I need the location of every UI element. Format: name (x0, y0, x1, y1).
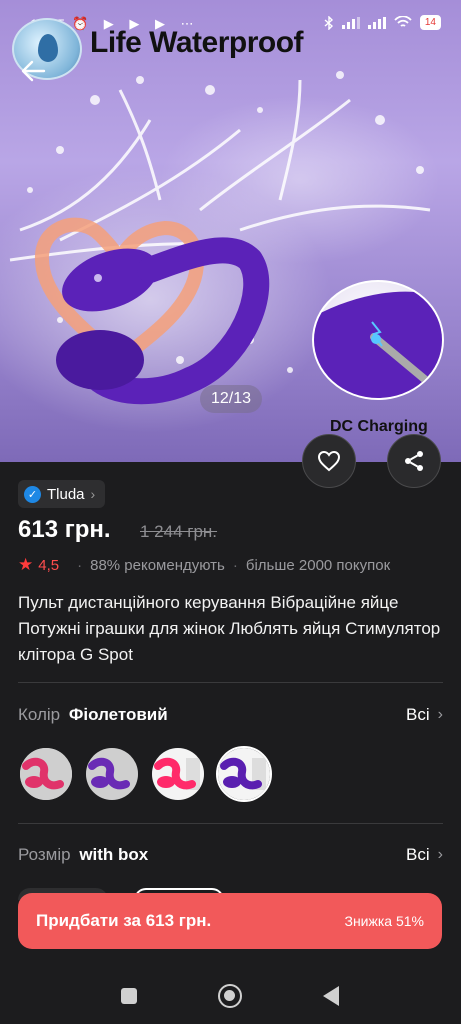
bluetooth-icon (324, 15, 333, 30)
size-all-link[interactable]: Всі › (406, 845, 443, 865)
star-icon: ★ (18, 555, 34, 574)
home-icon[interactable] (218, 984, 242, 1008)
buy-button-label: Придбати за 613 грн. (36, 911, 212, 930)
buy-button[interactable]: Придбати за 613 грн. Знижка 51% (18, 893, 442, 949)
size-option-row[interactable]: Розмір with box Всі › (18, 840, 443, 870)
system-navigation-bar (0, 970, 461, 1024)
color-option-label: Колір Фіолетовий (18, 705, 168, 725)
favorite-button[interactable] (302, 434, 356, 488)
size-selected-value: with box (79, 845, 149, 864)
share-icon (405, 451, 423, 471)
swatch-pink-box-thumb (152, 748, 204, 800)
chevron-right-icon: › (90, 486, 96, 502)
system-icons: 14 (324, 15, 441, 30)
discount-label: Знижка 51% (344, 913, 424, 929)
color-swatches (18, 746, 272, 802)
verified-badge-icon: ✓ (24, 485, 41, 503)
recommend-text: 88% рекомендують (90, 556, 225, 574)
swatch-pink-plain-thumb (20, 748, 72, 800)
product-title: Пульт дистанційного керування Вібраційне… (18, 593, 441, 664)
divider (18, 682, 443, 683)
old-price: 1 244 грн. (140, 522, 218, 541)
battery-indicator: 14 (419, 15, 441, 30)
color-all-link[interactable]: Всі › (406, 705, 443, 725)
share-button[interactable] (387, 434, 441, 488)
swatch-pink-box[interactable] (150, 746, 206, 802)
hero-brand-text: Life Waterproof (90, 26, 304, 59)
swatch-pink-plain[interactable] (18, 746, 74, 802)
swatch-purple-plain[interactable] (84, 746, 140, 802)
color-selected-value: Фіолетовий (68, 705, 168, 724)
image-counter: 12/13 (200, 385, 262, 413)
chevron-right-icon: › (437, 706, 443, 723)
rating-value: 4,5 (38, 556, 60, 574)
swatch-purple-box-thumb (218, 748, 270, 800)
divider (18, 823, 443, 824)
wifi-icon (394, 16, 412, 27)
back-triangle-icon[interactable] (323, 986, 339, 1006)
charging-port-graphic (314, 291, 442, 398)
back-arrow-icon[interactable] (18, 56, 48, 86)
swatch-purple-box[interactable] (216, 746, 272, 802)
purchases-text: більше 2000 покупок (245, 556, 391, 574)
product-toy-graphic (56, 237, 270, 405)
color-option-row[interactable]: Колір Фіолетовий Всі › (18, 700, 443, 730)
dc-charging-inset (312, 280, 444, 400)
current-price: 613 грн. (18, 516, 111, 543)
signal-icon (341, 16, 360, 29)
separator-dot: · (77, 556, 83, 574)
chevron-right-icon: › (437, 846, 443, 863)
seller-chip[interactable]: ✓ Tluda › (18, 480, 106, 508)
product-image-gallery[interactable]: 16:25 ⏰ ▶ ▶ ▶ ⋯ 14 Life Waterproof DC Ch… (0, 0, 461, 462)
color-all-text: Всі (406, 705, 430, 724)
heart-icon (317, 450, 341, 472)
size-label: Розмір (18, 845, 71, 864)
size-all-text: Всі (406, 845, 430, 864)
size-option-label: Розмір with box (18, 845, 148, 865)
separator-dot: · (232, 556, 238, 574)
rating-row[interactable]: ★ 4,5 · 88% рекомендують · більше 2000 п… (18, 555, 390, 575)
seller-name: Tluda (47, 485, 85, 503)
color-label: Колір (18, 705, 61, 724)
swatch-purple-plain-thumb (86, 748, 138, 800)
recent-apps-icon[interactable] (121, 988, 137, 1004)
signal-icon-2 (367, 16, 386, 29)
